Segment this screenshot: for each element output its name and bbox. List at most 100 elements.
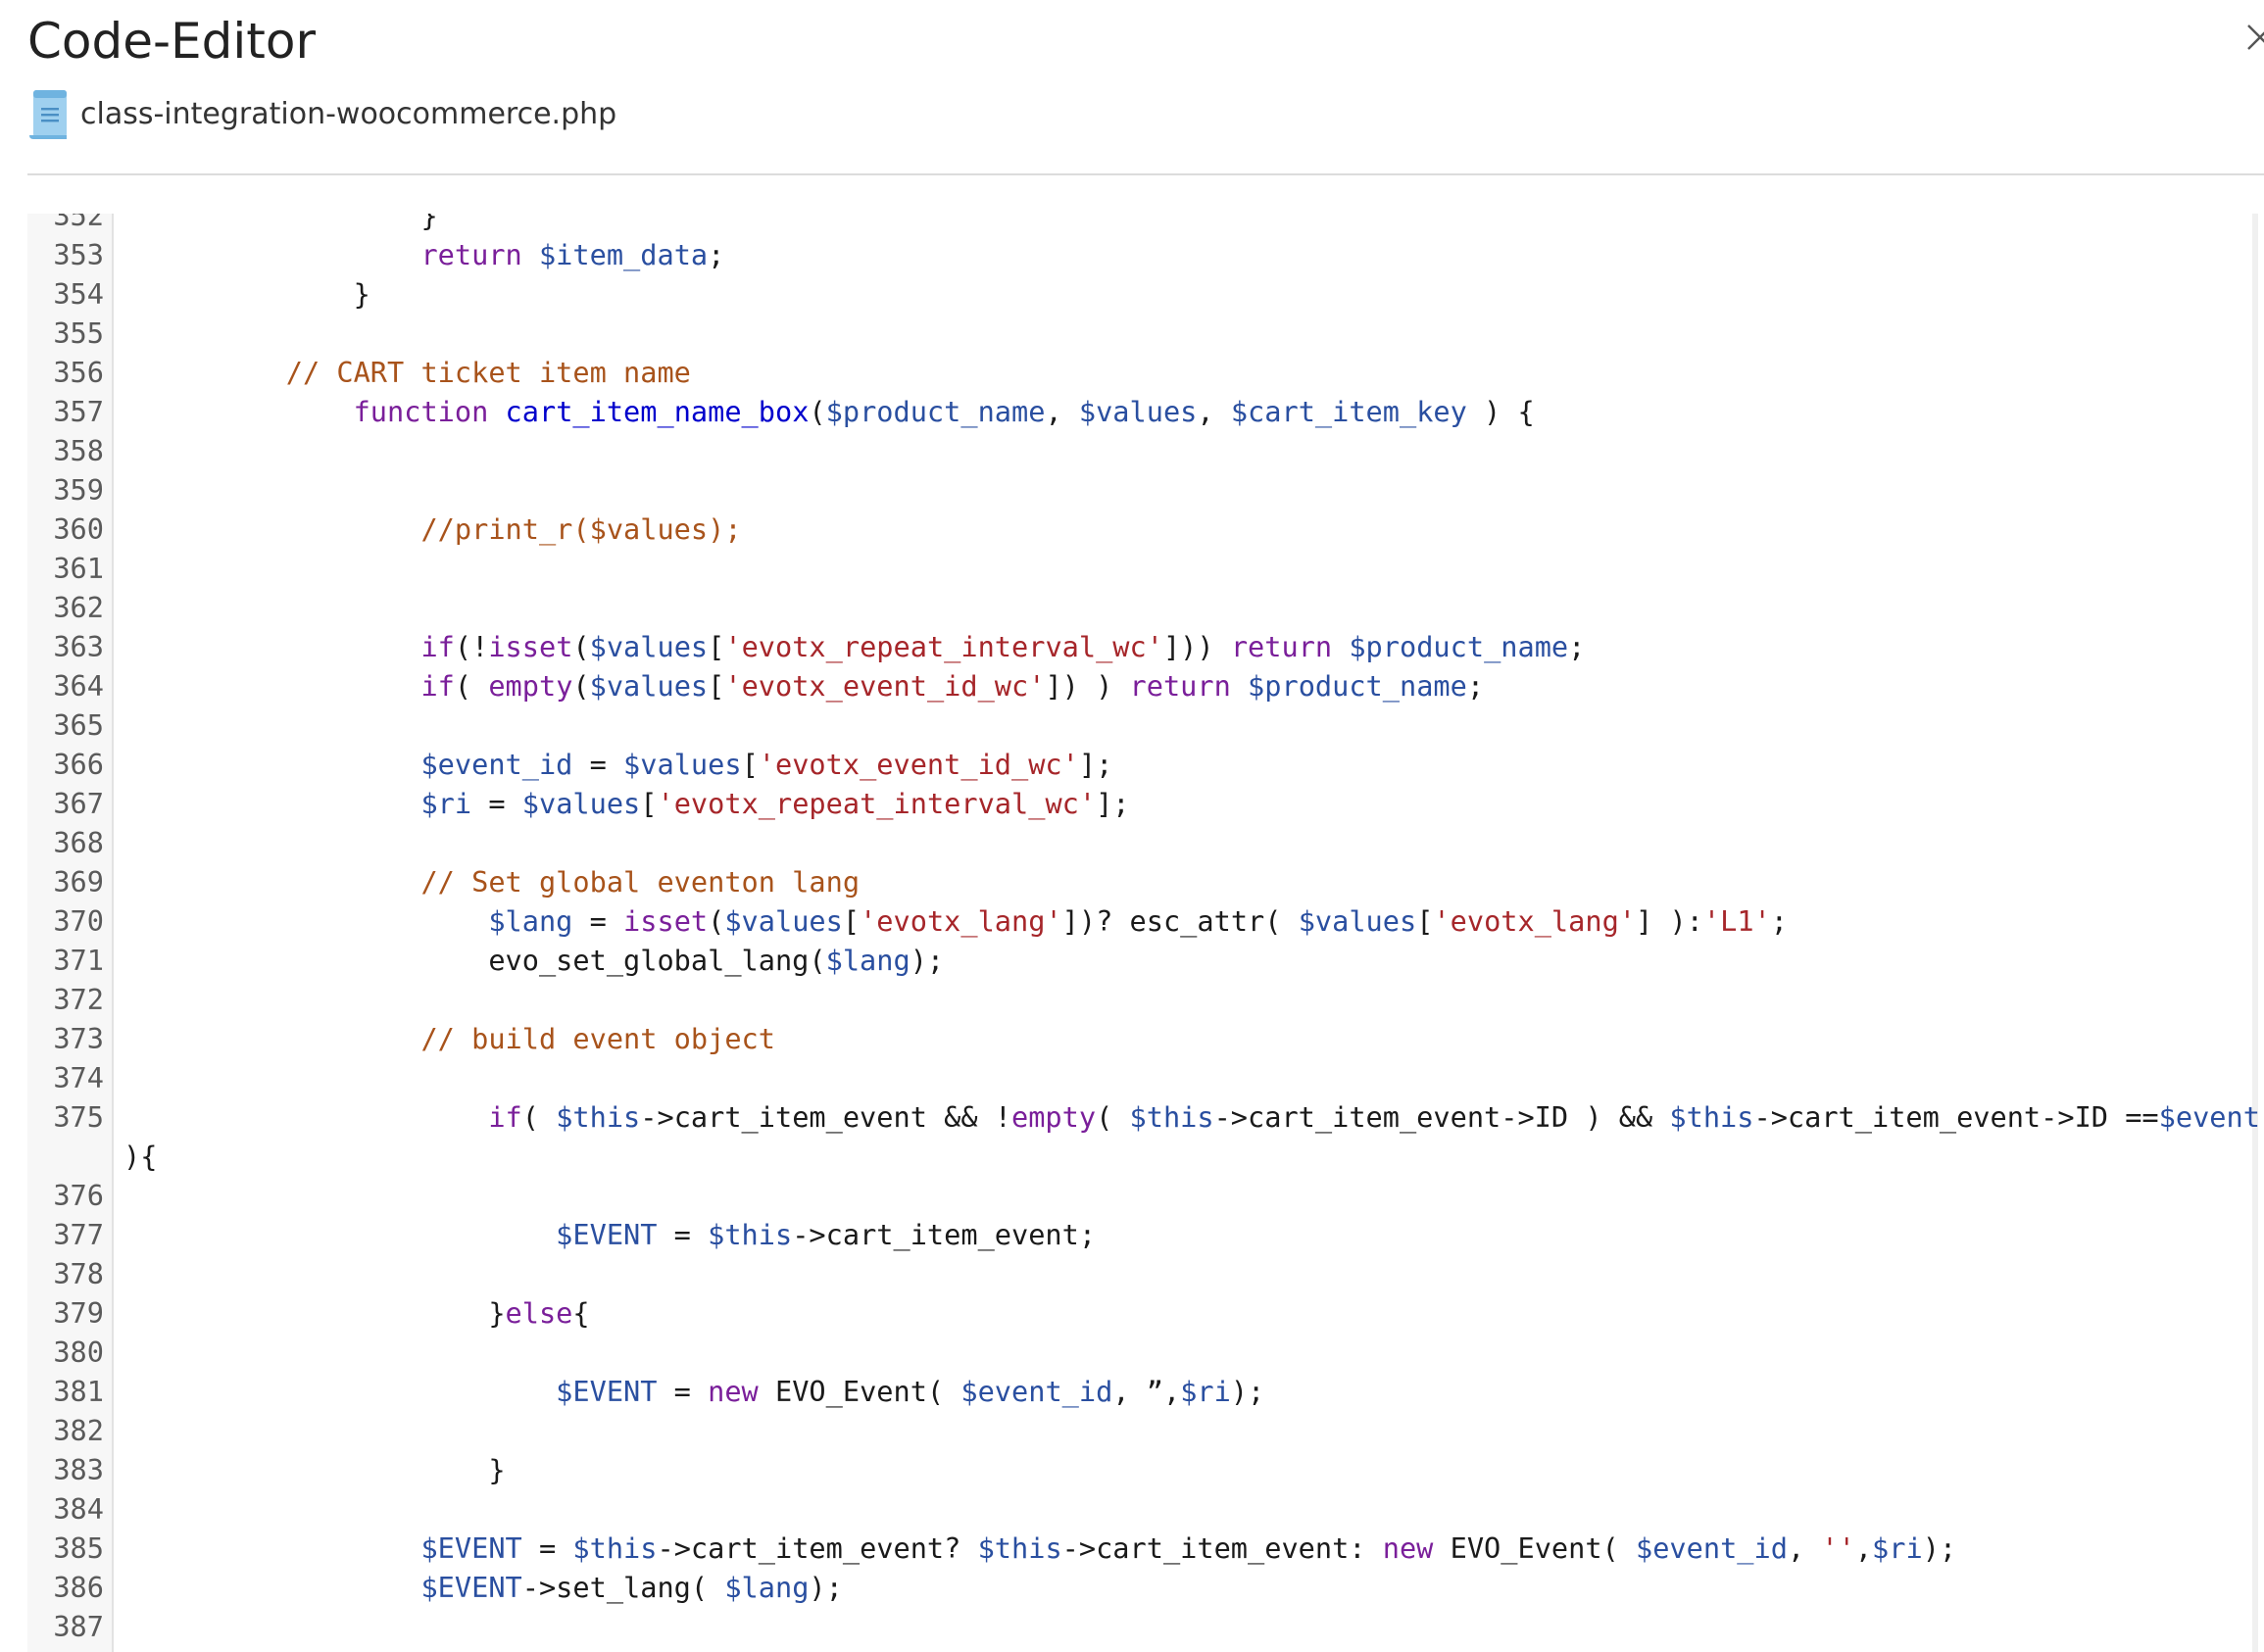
line-number: 367 [53,787,104,820]
close-icon[interactable] [2244,18,2264,57]
code-token: $values [1298,904,1417,938]
code-line[interactable]: 385 $EVENT = $this->cart_item_event? $th… [27,1529,2252,1568]
code-token: // build event object [420,1022,775,1055]
code-token: else [505,1296,573,1330]
line-code: $lang = isset($values['evotx_lang'])? es… [151,901,1788,941]
code-token: $lang [488,904,573,938]
line-code: $EVENT = new EVO_Event( $event_id, ”,$ri… [151,1372,1264,1411]
code-line[interactable]: 368 [27,823,2252,862]
code-token: new [708,1375,759,1408]
code-line[interactable]: 378 [27,1254,2252,1293]
code-token: (! [454,630,489,663]
code-token: = [657,1218,709,1251]
code-token: 'evotx_lang' [1433,904,1637,938]
code-token: 'L1' [1702,904,1771,938]
code-token: 'evotx_repeat_interval_wc' [724,630,1163,663]
code-line[interactable]: 387 [27,1607,2252,1646]
line-number: 372 [53,983,104,1016]
line-continuation: ){ [123,1137,157,1176]
code-line[interactable]: 370 $lang = isset($values['evotx_lang'])… [27,901,2252,941]
line-code: $event_id = $values['evotx_event_id_wc']… [151,745,1112,784]
code-line[interactable]: 356 // CART ticket item name [27,353,2252,392]
code-line[interactable]: 367 $ri = $values['evotx_repeat_interval… [27,784,2252,823]
code-line[interactable]: 361 [27,549,2252,588]
code-token: = [657,1375,709,1408]
line-number: 375 [53,1100,104,1134]
code-token: ->cart_item_event && ! [640,1100,1011,1134]
code-token: $lang [825,944,911,977]
line-code: // build event object [151,1019,775,1058]
code-token: return [420,238,522,271]
code-line[interactable]: 359 [27,470,2252,510]
code-line[interactable]: 352 } [27,214,2252,235]
code-token: ])? esc_attr( [1061,904,1299,938]
code-line[interactable]: 366 $event_id = $values['evotx_event_id_… [27,745,2252,784]
code-token: $this [1129,1100,1214,1134]
code-line[interactable]: 376 [27,1176,2252,1215]
line-number: 362 [53,591,104,624]
code-line[interactable]: 357 function cart_item_name_box($product… [27,392,2252,431]
code-token: $event_id [960,1375,1113,1408]
code-line[interactable]: 360 //print_r($values); [27,510,2252,549]
line-code: }else{ [151,1293,589,1333]
line-number: 382 [53,1414,104,1447]
code-line[interactable]: 353 return $item_data; [27,235,2252,274]
code-line[interactable]: 379 }else{ [27,1293,2252,1333]
code-line[interactable]: 375 if( $this->cart_item_event && !empty… [27,1097,2258,1176]
code-line[interactable]: 383 } [27,1450,2252,1489]
code-token: = [572,748,624,781]
code-editor[interactable]: 352 } 353 return $item_data; 354 } 355 356 /… [27,214,2258,1652]
code-token: $event_id [1636,1531,1788,1565]
line-number: 383 [53,1453,104,1486]
code-line[interactable]: 364 if( empty($values['evotx_event_id_wc… [27,666,2252,705]
code-line[interactable]: 369 // Set global eventon lang [27,862,2252,901]
line-number: 352 [53,214,104,232]
code-token: $this [708,1218,793,1251]
code-line[interactable]: 358 [27,431,2252,470]
code-token: $event_id [420,748,573,781]
code-token: , ”, [1112,1375,1181,1408]
code-line[interactable]: 373 // build event object [27,1019,2252,1058]
line-code: // Set global eventon lang [151,862,860,901]
line-code: } [151,214,437,235]
code-token: $EVENT [420,1571,522,1604]
code-line[interactable]: 380 [27,1333,2252,1372]
code-token: [ [741,748,759,781]
close-icon-glyph [2247,24,2264,50]
code-token: ); [1922,1531,1957,1565]
code-token: ); [1230,1375,1265,1408]
code-line[interactable]: 354 } [27,274,2252,314]
line-number: 366 [53,748,104,781]
code-token: = [572,904,624,938]
line-code: if(!isset($values['evotx_repeat_interval… [151,627,1585,666]
line-code: if( empty($values['evotx_event_id_wc']) … [151,666,1484,705]
code-line[interactable]: 362 [27,588,2252,627]
code-line[interactable]: 355 [27,314,2252,353]
code-line[interactable]: 371 evo_set_global_lang($lang); [27,941,2252,980]
code-line[interactable]: 374 [27,1058,2252,1097]
code-line[interactable]: 372 [27,980,2252,1019]
code-token: 'evotx_repeat_interval_wc' [657,787,1097,820]
code-token: ]) ) [1045,669,1130,703]
line-code: evo_set_global_lang($lang); [151,941,944,980]
code-line[interactable]: 365 [27,705,2252,745]
code-token: $EVENT [556,1218,658,1251]
code-token: isset [623,904,709,938]
code-line[interactable]: 382 [27,1411,2252,1450]
code-token: $values [521,787,641,820]
code-token: ( [572,630,590,663]
editor-dialog-header: Code-Editor class-integration-woocommerc… [0,0,2264,175]
vertical-scrollbar[interactable] [2252,214,2258,1652]
code-line[interactable]: 363 if(!isset($values['evotx_repeat_inte… [27,627,2252,666]
line-number: 370 [53,904,104,938]
code-line[interactable]: 377 $EVENT = $this->cart_item_event; [27,1215,2252,1254]
code-line[interactable]: 386 $EVENT->set_lang( $lang); [27,1568,2252,1607]
dialog-title: Code-Editor [27,13,317,70]
code-line[interactable]: 381 $EVENT = new EVO_Event( $event_id, ”… [27,1372,2252,1411]
code-token: $cart_item_key [1230,395,1467,428]
code-token: ; [708,238,725,271]
code-line[interactable]: 384 [27,1489,2252,1529]
